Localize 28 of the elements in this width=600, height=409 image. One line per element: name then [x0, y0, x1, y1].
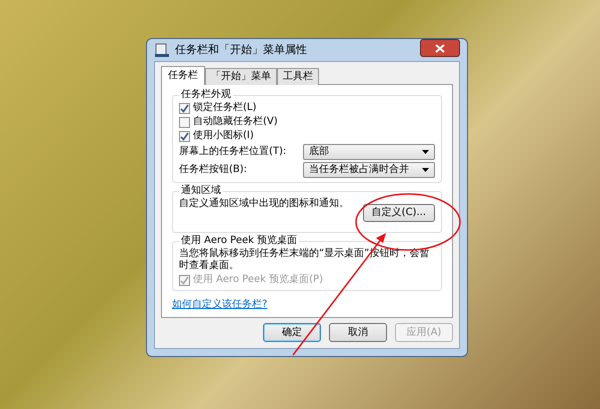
caret-icon — [422, 168, 429, 172]
checkbox-label: 使用 Aero Peek 预览桌面(P) — [193, 274, 323, 286]
window-title: 任务栏和「开始」菜单属性 — [175, 43, 308, 57]
close-button[interactable] — [420, 39, 460, 57]
dropdown-label: 任务栏按钮(B): — [179, 164, 248, 176]
group-heading: 使用 Aero Peek 预览桌面 — [180, 235, 298, 247]
checkbox-label: 锁定任务栏(L) — [193, 102, 256, 114]
checkbox-label: 自动隐藏任务栏(V) — [193, 116, 278, 128]
caret-icon — [422, 150, 429, 154]
checkbox[interactable] — [179, 130, 190, 142]
checkbox-label: 使用小图标(I) — [193, 130, 254, 142]
group-heading: 任务栏外观 — [180, 89, 232, 101]
tab[interactable]: 任务栏 — [161, 66, 205, 85]
help-link[interactable]: 如何自定义该任务栏? — [172, 299, 268, 311]
dialog-button[interactable]: 确定 — [263, 323, 321, 342]
checkbox[interactable] — [179, 102, 190, 114]
taskbar-icon — [154, 42, 170, 58]
tab[interactable]: 「开始」菜单 — [205, 68, 277, 85]
dropdown[interactable]: 底部 — [303, 144, 435, 160]
close-icon — [435, 44, 445, 52]
dropdown[interactable]: 当任务栏被占满时合并 — [303, 162, 435, 178]
description-text: 自定义通知区域中出现的图标和通知。 — [179, 198, 349, 210]
customize-button[interactable]: 自定义(C)... — [362, 204, 435, 222]
dropdown-label: 屏幕上的任务栏位置(T): — [179, 146, 286, 158]
tab[interactable]: 工具栏 — [277, 68, 319, 85]
dialog-button[interactable]: 取消 — [329, 323, 387, 342]
checkbox[interactable] — [179, 116, 190, 128]
group-heading: 通知区域 — [180, 185, 222, 197]
